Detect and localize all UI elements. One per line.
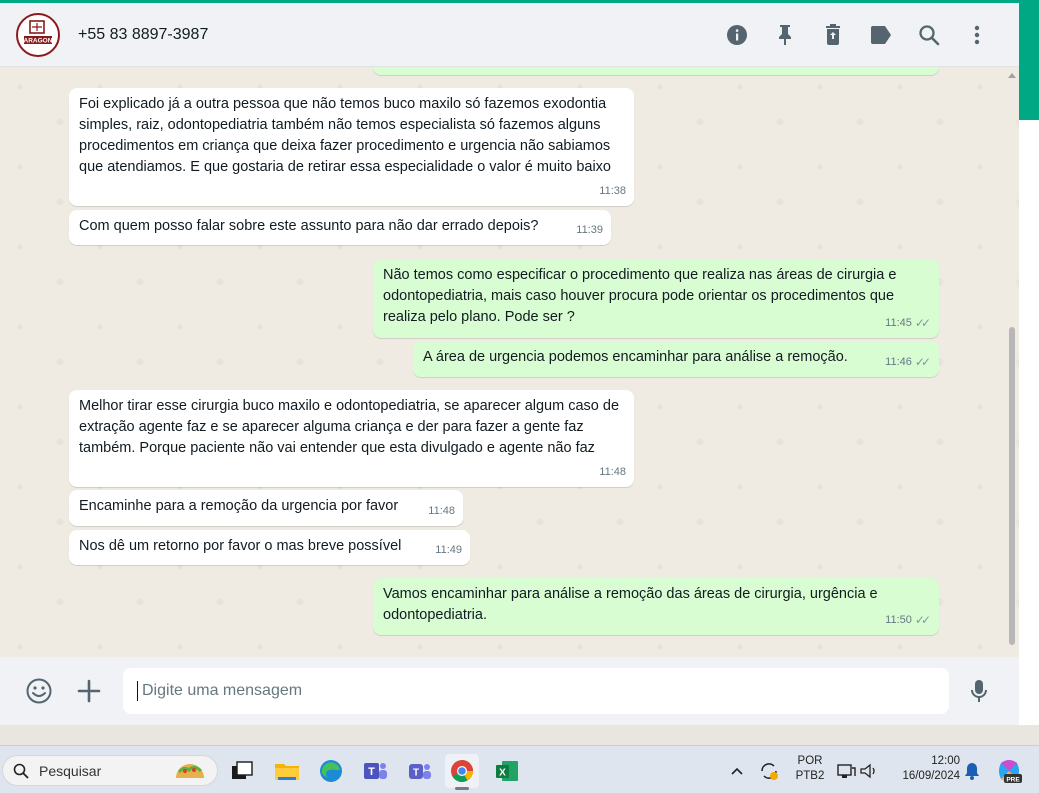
read-receipt-icon: ✓✓ xyxy=(914,316,931,330)
teams-classic-icon[interactable]: T xyxy=(358,754,392,788)
contact-name[interactable]: +55 83 8897-3987 xyxy=(78,26,208,44)
taskbar-search[interactable]: Pesquisar xyxy=(2,755,218,786)
menu-icon[interactable] xyxy=(953,15,1001,55)
delete-icon[interactable] xyxy=(809,15,857,55)
file-explorer-icon[interactable] xyxy=(270,754,304,788)
message-text: Melhor tirar esse cirurgia buco maxilo e… xyxy=(79,398,620,456)
chrome-icon[interactable] xyxy=(445,754,479,790)
message-bubble-outgoing[interactable]: Vamos encaminhar para análise a remoção … xyxy=(373,578,939,635)
microphone-icon[interactable] xyxy=(967,677,991,710)
message-time: 11:39 xyxy=(576,224,603,236)
avatar[interactable]: ARAGON xyxy=(16,12,60,57)
clock-date: 16/09/2024 xyxy=(902,770,960,782)
notification-bell-icon[interactable] xyxy=(958,754,986,788)
input-language[interactable]: POR PTB2 xyxy=(792,754,828,784)
volume-icon[interactable] xyxy=(857,754,881,788)
svg-text:ARAGON: ARAGON xyxy=(24,37,53,44)
logo-icon: ARAGON xyxy=(24,19,53,44)
message-bubble-partial xyxy=(373,67,939,75)
input-language-line1: POR xyxy=(797,755,823,767)
message-time: 11:49 xyxy=(435,544,462,556)
right-window-edge xyxy=(1019,0,1039,725)
task-view-icon[interactable] xyxy=(225,754,259,788)
search-icon xyxy=(13,763,29,779)
text-caret xyxy=(137,681,138,701)
message-time: 11:45 xyxy=(885,317,912,329)
attach-plus-icon[interactable] xyxy=(76,677,102,710)
chevron-up-icon[interactable] xyxy=(722,754,752,788)
message-time: 11:46 xyxy=(885,356,912,368)
message-bubble-incoming[interactable]: Foi explicado já a outra pessoa que não … xyxy=(69,88,634,206)
message-text: Encaminhe para a remoção da urgencia por… xyxy=(79,498,399,514)
emoji-icon[interactable] xyxy=(24,677,54,710)
taskbar-search-label: Pesquisar xyxy=(39,762,102,779)
teams-icon[interactable]: T xyxy=(402,754,436,788)
search-icon[interactable] xyxy=(905,15,953,55)
message-text: Foi explicado já a outra pessoa que não … xyxy=(79,96,611,175)
message-time: 11:48 xyxy=(599,466,626,478)
network-icon[interactable] xyxy=(834,754,858,788)
message-bubble-outgoing[interactable]: Não temos como especificar o procediment… xyxy=(373,259,939,338)
message-bubble-incoming[interactable]: Melhor tirar esse cirurgia buco maxilo e… xyxy=(69,390,634,487)
read-receipt-icon: ✓✓ xyxy=(914,613,931,627)
message-bubble-outgoing[interactable]: A área de urgencia podemos encaminhar pa… xyxy=(413,341,939,377)
sync-warning-icon[interactable] xyxy=(754,754,784,788)
windows-taskbar: Pesquisar T T X POR PTB2 12:00 16/09/202… xyxy=(0,745,1039,793)
read-receipt-icon: ✓✓ xyxy=(914,355,931,369)
message-time: 11:38 xyxy=(599,185,626,197)
message-text: Com quem posso falar sobre este assunto … xyxy=(79,218,539,234)
message-input-placeholder: Digite uma mensagem xyxy=(142,682,303,699)
svg-text:T: T xyxy=(413,768,419,779)
message-composer: Digite uma mensagem xyxy=(0,657,1019,725)
scrollbar-thumb[interactable] xyxy=(1009,327,1015,645)
scroll-up-arrow[interactable] xyxy=(1008,73,1016,78)
chat-header: ARAGON +55 83 8897-3987 xyxy=(0,3,1019,67)
message-time: 11:50 xyxy=(885,614,912,626)
message-bubble-incoming[interactable]: Encaminhe para a remoção da urgencia por… xyxy=(69,490,463,526)
info-icon[interactable] xyxy=(713,15,761,55)
message-time: 11:48 xyxy=(428,505,455,517)
edge-browser-icon[interactable] xyxy=(314,754,348,788)
input-language-line2: PTB2 xyxy=(795,770,825,782)
taco-icon xyxy=(176,764,204,778)
svg-text:X: X xyxy=(499,768,506,779)
excel-icon[interactable]: X xyxy=(490,754,524,788)
svg-text:PRE: PRE xyxy=(1006,776,1020,783)
clock-time: 12:00 xyxy=(931,755,960,767)
message-bubble-incoming[interactable]: Nos dê um retorno por favor o mas breve … xyxy=(69,530,470,565)
message-text: Não temos como especificar o procediment… xyxy=(383,267,897,325)
message-text: Vamos encaminhar para análise a remoção … xyxy=(383,586,878,623)
label-icon[interactable] xyxy=(857,15,905,55)
message-input[interactable]: Digite uma mensagem xyxy=(123,668,949,714)
message-bubble-incoming[interactable]: Com quem posso falar sobre este assunto … xyxy=(69,210,611,245)
svg-text:T: T xyxy=(368,766,375,778)
copilot-icon[interactable]: PRE xyxy=(992,754,1026,788)
message-text: Nos dê um retorno por favor o mas breve … xyxy=(79,538,402,554)
message-text: A área de urgencia podemos encaminhar pa… xyxy=(423,349,848,365)
pin-icon[interactable] xyxy=(761,15,809,55)
chat-area[interactable]: Foi explicado já a outra pessoa que não … xyxy=(0,67,1019,657)
system-clock[interactable]: 12:00 16/09/2024 xyxy=(890,754,960,784)
